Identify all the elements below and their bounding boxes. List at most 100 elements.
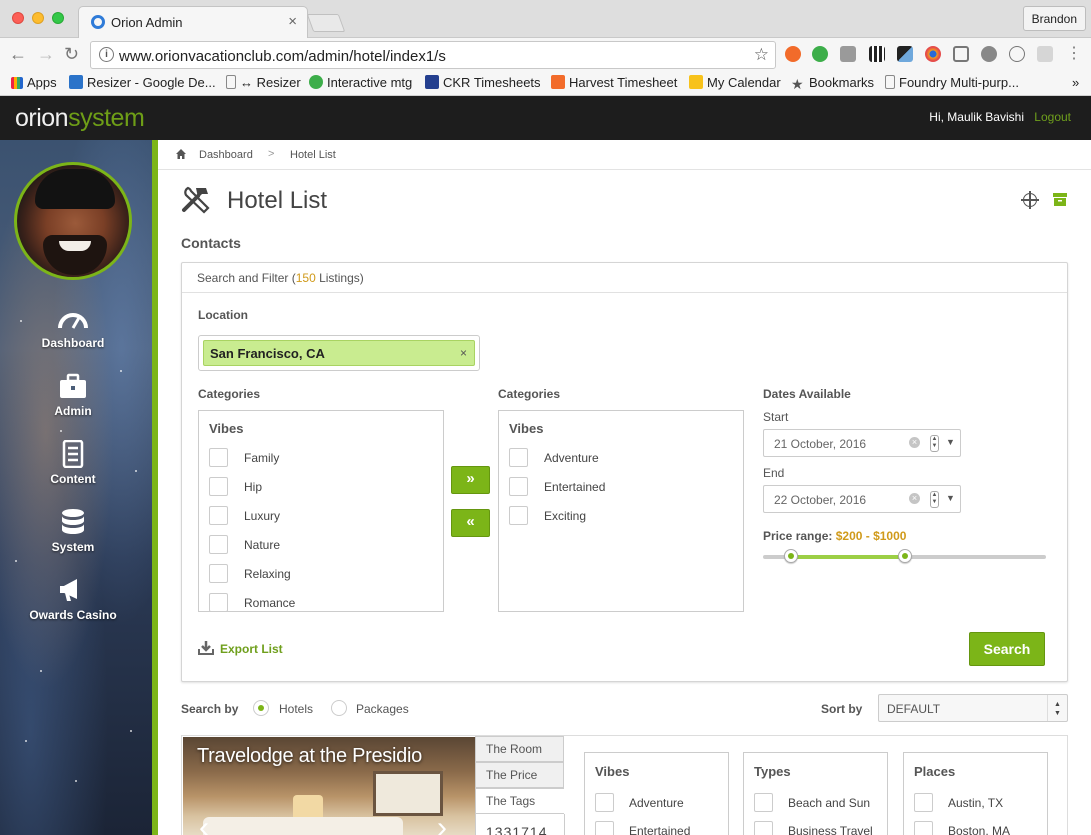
bookmark-ckr-timesheets[interactable]: CKR Timesheets [425, 75, 541, 90]
bookmark-harvest-timesheet[interactable]: Harvest Timesheet [551, 75, 677, 90]
bookmark-foundry[interactable]: Foundry Multi-purp... [885, 75, 1019, 90]
hotel-name[interactable]: Travelodge at the Presidio [197, 745, 422, 768]
home-icon[interactable] [176, 149, 186, 159]
slider-min-handle[interactable] [784, 549, 799, 563]
date-stepper-icon[interactable]: ▲ ▼ [930, 491, 939, 508]
sort-select[interactable]: DEFAULT ▲ ▼ [878, 694, 1068, 722]
checkbox[interactable] [509, 477, 528, 496]
cast-icon[interactable] [953, 46, 969, 62]
move-left-button[interactable]: « [451, 509, 490, 537]
bookmarks-overflow-button[interactable]: » [1072, 75, 1079, 90]
dropdown-caret-icon[interactable]: ▼ [946, 437, 955, 447]
checkbox[interactable] [209, 564, 228, 583]
list-item[interactable]: Beach and Sun [754, 793, 870, 812]
menu-dots-icon[interactable]: ⋮ [1066, 44, 1082, 64]
checkbox[interactable] [595, 821, 614, 835]
crosshair-icon[interactable] [1021, 191, 1039, 209]
back-arrow-icon[interactable]: ← [9, 44, 27, 64]
window-close-button[interactable] [12, 12, 24, 24]
date-stepper-icon[interactable]: ▲ ▼ [930, 435, 939, 452]
list-item[interactable]: Hip [209, 477, 262, 497]
user-avatar[interactable] [14, 162, 132, 280]
list-item[interactable]: Entertained [509, 477, 605, 497]
sidebar-item-admin[interactable]: Admin [0, 372, 146, 418]
archive-icon[interactable] [1053, 193, 1067, 206]
bookmark-star-icon[interactable]: ☆ [754, 45, 769, 65]
color-picker-icon[interactable] [925, 46, 941, 62]
price-range-slider[interactable] [763, 549, 1046, 563]
bookmark-bookmarks[interactable]: ★ Bookmarks [791, 75, 874, 91]
checkbox[interactable] [209, 506, 228, 525]
bookmark-resizer-google[interactable]: Resizer - Google De... [69, 75, 216, 90]
bookmark-interactive-mtg[interactable]: Interactive mtg [309, 75, 412, 90]
checkbox[interactable] [509, 506, 528, 525]
checkbox[interactable] [754, 821, 773, 835]
info-icon[interactable]: i [99, 47, 114, 62]
chevron-left-icon[interactable]: ‹ [199, 813, 209, 835]
location-input[interactable]: San Francisco, CA × [198, 335, 480, 371]
bookmark-my-calendar[interactable]: My Calendar [689, 75, 781, 90]
checkbox[interactable] [754, 793, 773, 812]
list-item[interactable]: Adventure [595, 793, 684, 812]
export-list-link[interactable]: Export List [198, 641, 283, 656]
reload-icon[interactable]: ↻ [64, 44, 79, 64]
logout-link[interactable]: Logout [1034, 110, 1071, 124]
extension-dark-icon[interactable] [897, 46, 913, 62]
forward-arrow-icon[interactable]: → [37, 44, 55, 64]
hotels-radio-label[interactable]: Hotels [279, 702, 313, 716]
list-item[interactable]: Nature [209, 535, 280, 555]
tab-the-price[interactable]: The Price [475, 762, 564, 788]
list-item[interactable]: Luxury [209, 506, 280, 526]
selected-categories-list[interactable]: Vibes Adventure Entertained Exciting [498, 410, 744, 612]
clear-date-icon[interactable]: × [909, 437, 920, 448]
end-date-input[interactable]: 22 October, 2016 × ▲ ▼ ▼ [763, 485, 961, 513]
sidebar-item-content[interactable]: Content [0, 440, 146, 486]
breadcrumb-dashboard-link[interactable]: Dashboard [199, 149, 253, 161]
extension-circle-icon[interactable] [981, 46, 997, 62]
checkbox[interactable] [914, 793, 933, 812]
bookmark-resizer[interactable]: ↔ Resizer [226, 75, 301, 90]
extension-gray-icon[interactable] [840, 46, 856, 62]
list-item[interactable]: Relaxing [209, 564, 291, 584]
search-button[interactable]: Search [969, 632, 1045, 666]
extension-light-icon[interactable] [1037, 46, 1053, 62]
checkbox[interactable] [595, 793, 614, 812]
sidebar-item-owards-casino[interactable]: Owards Casino [0, 576, 146, 622]
window-minimize-button[interactable] [32, 12, 44, 24]
new-tab-button[interactable] [306, 14, 346, 32]
hotels-radio[interactable] [253, 700, 269, 716]
orion-system-logo[interactable]: orionsystem [15, 104, 145, 133]
packages-radio-label[interactable]: Packages [356, 702, 409, 716]
hotel-photo[interactable]: Travelodge at the Presidio ‹ › [183, 737, 475, 835]
sidebar-item-system[interactable]: System [0, 508, 146, 554]
window-zoom-button[interactable] [52, 12, 64, 24]
location-tag[interactable]: San Francisco, CA × [203, 340, 475, 366]
profile-button[interactable]: Brandon [1022, 6, 1086, 31]
list-item[interactable]: Business Travel [754, 821, 873, 835]
address-bar[interactable]: i www.orionvacationclub.com/admin/hotel/… [90, 41, 776, 69]
extension-icon[interactable] [785, 46, 801, 62]
sidebar-item-dashboard[interactable]: Dashboard [0, 304, 146, 350]
tab-close-icon[interactable]: × [288, 13, 297, 30]
qr-code-icon[interactable] [869, 46, 885, 62]
available-categories-list[interactable]: Vibes Family Hip Luxury Nature Relaxing … [198, 410, 444, 612]
chevron-right-icon[interactable]: › [437, 813, 447, 835]
checkbox[interactable] [209, 593, 228, 611]
list-item[interactable]: Austin, TX [914, 793, 1003, 812]
bookmark-apps[interactable]: Apps [11, 75, 57, 90]
start-date-input[interactable]: 21 October, 2016 × ▲ ▼ ▼ [763, 429, 961, 457]
tab-the-room[interactable]: The Room [475, 736, 564, 762]
checkbox[interactable] [209, 448, 228, 467]
checkbox[interactable] [209, 535, 228, 554]
browser-tab[interactable]: Orion Admin × [78, 6, 308, 39]
checkbox[interactable] [914, 821, 933, 835]
list-item[interactable]: Boston, MA [914, 821, 1010, 835]
dropdown-caret-icon[interactable]: ▼ [946, 493, 955, 503]
checkbox[interactable] [209, 477, 228, 496]
url-text[interactable]: www.orionvacationclub.com/admin/hotel/in… [119, 48, 446, 65]
hangouts-icon[interactable] [812, 46, 828, 62]
slider-max-handle[interactable] [897, 549, 912, 563]
list-item[interactable]: Adventure [509, 448, 599, 468]
packages-radio[interactable] [331, 700, 347, 716]
list-item[interactable]: Entertained [595, 821, 690, 835]
